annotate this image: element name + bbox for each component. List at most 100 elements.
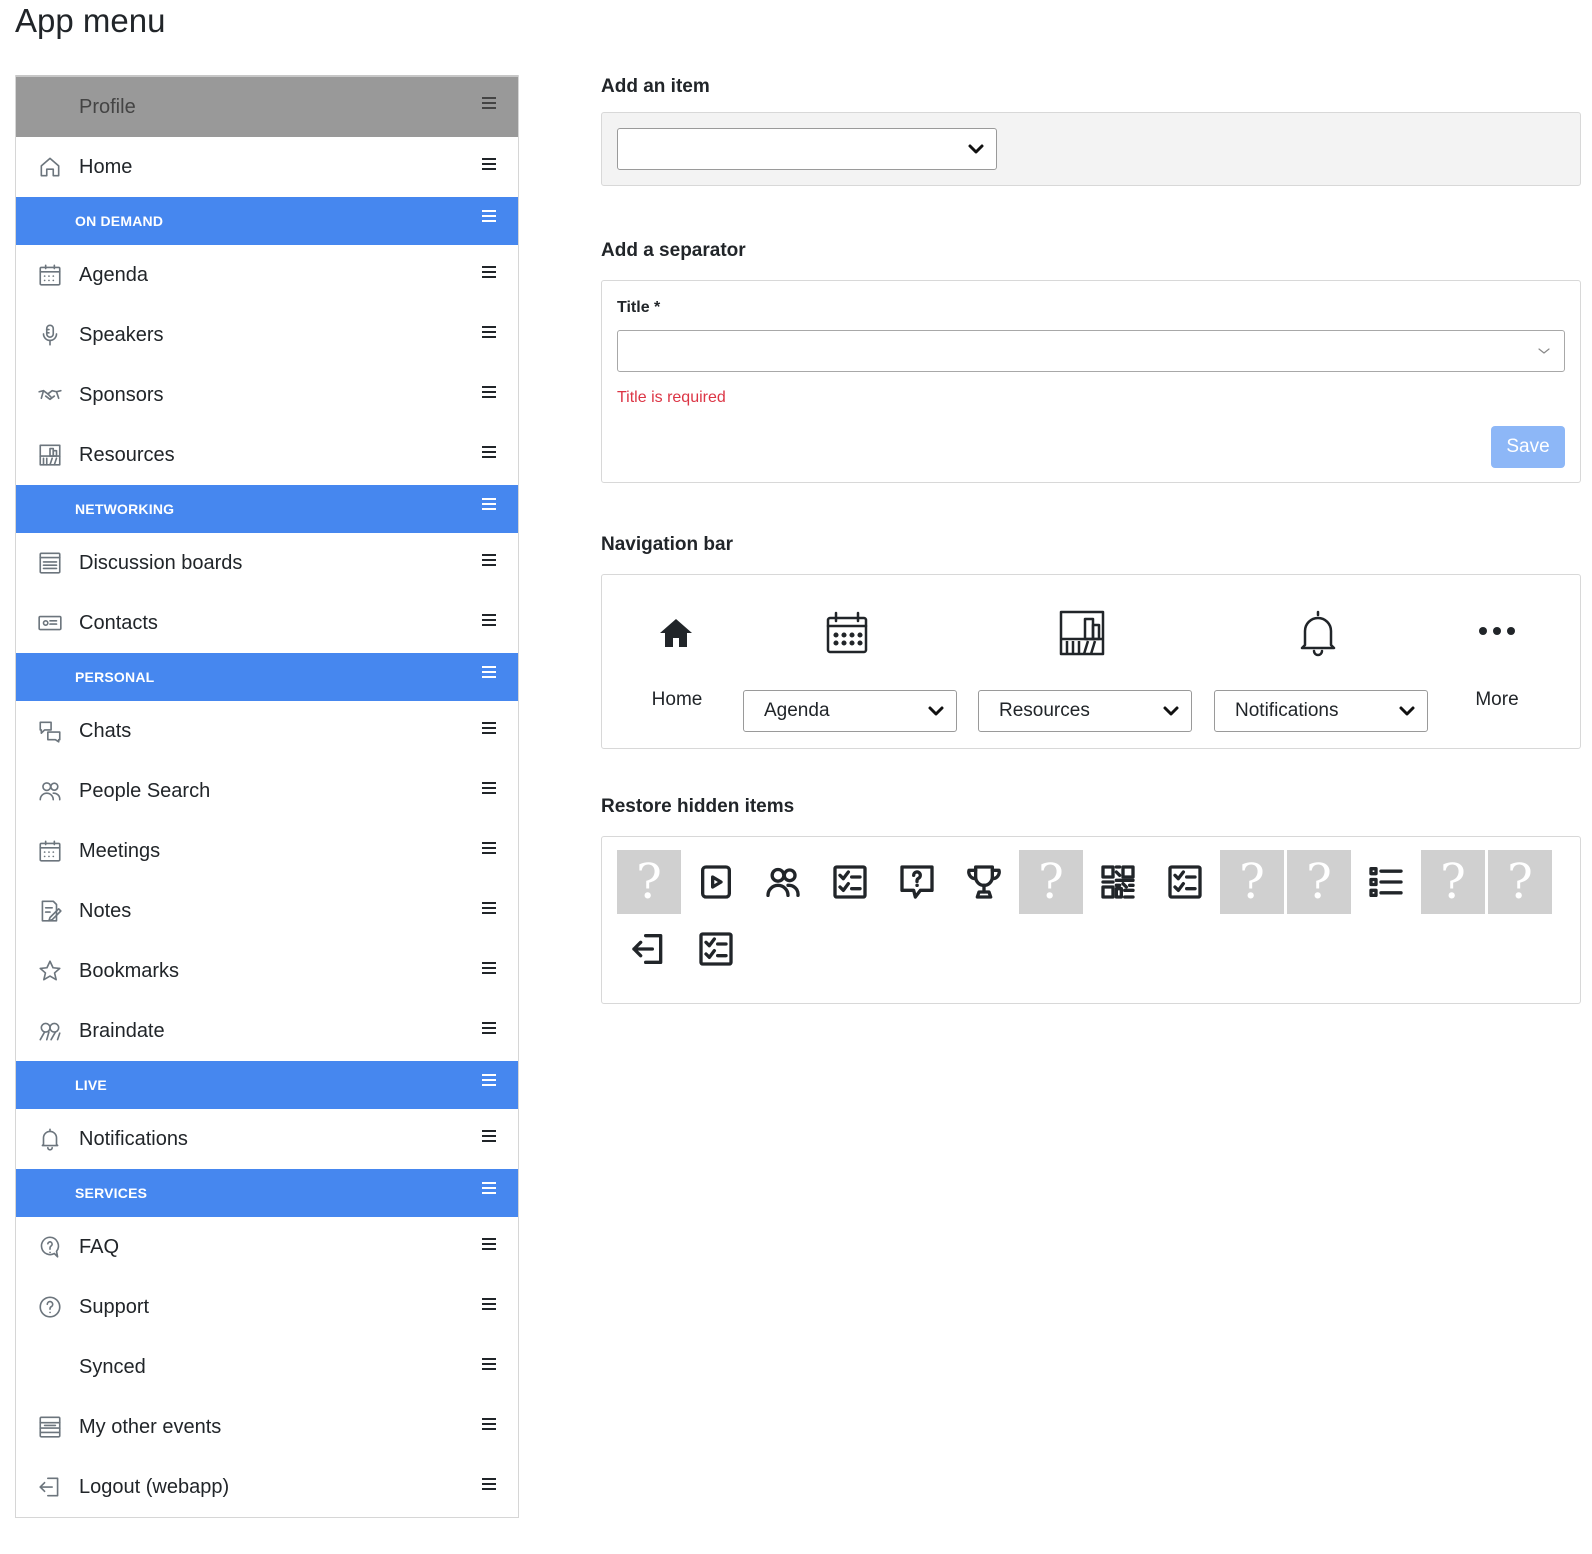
menu-item-label: ON DEMAND [75,213,164,229]
nav-item-notifications-label: Notifications [1235,700,1339,721]
restore-item-unknown-icon[interactable]: ? [617,850,681,914]
add-item-title: Add an item [601,76,710,97]
drag-handle-icon[interactable] [482,446,496,458]
restore-item-unknown-icon[interactable]: ? [1019,850,1083,914]
menu-item-logout-webapp[interactable]: Logout (webapp) [16,1457,518,1517]
menu-item-my-other-events[interactable]: My other events [16,1397,518,1457]
title-field-label: Title * [617,299,661,316]
restore-item-qr-code-icon[interactable] [1086,850,1150,914]
drag-handle-icon[interactable] [482,158,496,170]
drag-handle-icon[interactable] [482,1358,496,1370]
menu-item-label: PERSONAL [75,669,155,685]
menu-item-label: Home [79,155,133,178]
drag-handle-icon[interactable] [482,386,496,398]
drag-handle-icon[interactable] [482,842,496,854]
menu-item-label: Meetings [79,839,161,862]
restore-item-trophy-icon[interactable] [952,850,1016,914]
drag-handle-icon[interactable] [482,614,496,626]
restore-item-unknown-icon[interactable]: ? [1421,850,1485,914]
menu-item-braindate[interactable]: Braindate [16,1001,518,1061]
nav-item-resources-select[interactable]: Resources [978,690,1192,732]
video-icon [696,862,736,902]
drag-handle-icon[interactable] [482,1238,496,1250]
drag-handle-icon[interactable] [482,1074,496,1086]
restore-item-checklist-icon[interactable] [684,917,748,981]
restore-item-unknown-icon[interactable]: ? [1488,850,1552,914]
unknown-icon: ? [1239,854,1265,910]
menu-item-chats[interactable]: Chats [16,701,518,761]
menu-item-label: People Search [79,779,211,802]
nav-item-notifications-select[interactable]: Notifications [1214,690,1428,732]
drag-handle-icon[interactable] [482,666,496,678]
menu-item-notes[interactable]: Notes [16,881,518,941]
restore-item-people-icon[interactable] [751,850,815,914]
drag-handle-icon[interactable] [482,1022,496,1034]
menu-item-discussion-boards[interactable]: Discussion boards [16,533,518,593]
menu-item-contacts[interactable]: Contacts [16,593,518,653]
menu-item-label: Discussion boards [79,551,243,574]
menu-item-synced[interactable]: Synced [16,1337,518,1397]
restore-item-video-icon[interactable] [684,850,748,914]
menu-item-resources[interactable]: Resources [16,425,518,485]
navigation-bar-title: Navigation bar [601,534,733,555]
chevron-down-icon [1397,701,1417,721]
calendar-icon [36,261,64,289]
drag-handle-icon[interactable] [482,782,496,794]
nav-item-resources-label: Resources [999,700,1090,721]
menu-separator-personal[interactable]: PERSONAL [16,653,518,701]
menu-separator-live[interactable]: LIVE [16,1061,518,1109]
qr-code-icon [1098,862,1138,902]
drag-handle-icon[interactable] [482,902,496,914]
logout-icon [629,929,669,969]
drag-handle-icon[interactable] [482,1298,496,1310]
drag-handle-icon[interactable] [482,1182,496,1194]
restore-item-unknown-icon[interactable]: ? [1287,850,1351,914]
nav-item-agenda-select[interactable]: Agenda [743,690,957,732]
menu-item-label: Agenda [79,263,148,286]
add-separator-panel: Title * Title is required Save [601,280,1581,483]
menu-item-people-search[interactable]: People Search [16,761,518,821]
drag-handle-icon[interactable] [482,1418,496,1430]
notes-icon [36,897,64,925]
menu-item-meetings[interactable]: Meetings [16,821,518,881]
menu-separator-on-demand[interactable]: ON DEMAND [16,197,518,245]
drag-handle-icon[interactable] [482,498,496,510]
people-icon [36,777,64,805]
menu-item-faq[interactable]: FAQ [16,1217,518,1277]
menu-item-speakers[interactable]: Speakers [16,305,518,365]
drag-handle-icon[interactable] [482,97,496,109]
drag-handle-icon[interactable] [482,962,496,974]
menu-item-sponsors[interactable]: Sponsors [16,365,518,425]
drag-handle-icon[interactable] [482,210,496,222]
drag-handle-icon[interactable] [482,722,496,734]
restore-item-question-chat-icon[interactable] [885,850,949,914]
drag-handle-icon[interactable] [482,326,496,338]
menu-item-label: Braindate [79,1019,165,1042]
menu-item-notifications[interactable]: Notifications [16,1109,518,1169]
menu-item-support[interactable]: Support [16,1277,518,1337]
restore-item-checklist-icon[interactable] [1153,850,1217,914]
drag-handle-icon[interactable] [482,266,496,278]
library-icon [1058,609,1106,657]
menu-item-label: NETWORKING [75,501,175,517]
add-item-panel [601,112,1581,186]
drag-handle-icon[interactable] [482,1478,496,1490]
add-item-select[interactable] [617,128,997,170]
restore-item-unknown-icon[interactable]: ? [1220,850,1284,914]
drag-handle-icon[interactable] [482,1130,496,1142]
menu-item-label: Bookmarks [79,959,180,982]
drag-handle-icon[interactable] [482,554,496,566]
menu-item-agenda[interactable]: Agenda [16,245,518,305]
restore-item-checklist-icon[interactable] [818,850,882,914]
events-list-icon [36,1413,64,1441]
restore-item-logout-icon[interactable] [617,917,681,981]
restore-item-list-icon[interactable] [1354,850,1418,914]
home-icon [36,153,64,181]
menu-item-profile[interactable]: Profile [16,75,518,137]
menu-separator-networking[interactable]: NETWORKING [16,485,518,533]
menu-separator-services[interactable]: SERVICES [16,1169,518,1217]
save-button[interactable]: Save [1491,426,1565,468]
title-field[interactable] [617,330,1565,372]
menu-item-bookmarks[interactable]: Bookmarks [16,941,518,1001]
menu-item-home[interactable]: Home [16,137,518,197]
